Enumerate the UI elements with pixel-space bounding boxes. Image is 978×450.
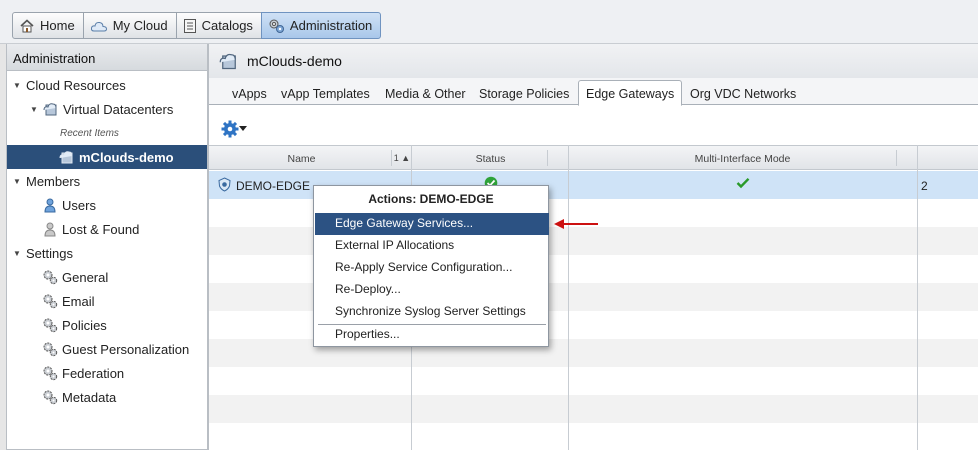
tab-edge-gateways[interactable]: Edge Gateways: [578, 80, 683, 106]
datacenter-icon: [219, 53, 236, 70]
tree-item-policies[interactable]: Policies: [7, 313, 207, 337]
tree-item-guest-personalization[interactable]: Guest Personalization: [7, 337, 207, 361]
toolbar: [209, 106, 978, 146]
user-icon: [44, 198, 56, 213]
tree-item-users[interactable]: Users: [7, 193, 207, 217]
tab-media-other[interactable]: Media & Other: [378, 82, 473, 105]
check-icon: [736, 177, 750, 189]
column-header-name[interactable]: Name: [209, 146, 394, 170]
row-name: DEMO-EDGE: [236, 179, 311, 193]
gear-icon: [43, 342, 58, 357]
gear-icon: [43, 294, 58, 309]
column-header-multi-interface[interactable]: Multi-Interface Mode: [569, 146, 916, 170]
table-row-empty: [209, 395, 978, 423]
tree-label: Cloud Resources: [26, 77, 126, 93]
sidebar-title: Administration: [7, 44, 207, 71]
nav-home-button[interactable]: Home: [12, 12, 84, 39]
menu-item-synchronize-syslog[interactable]: Synchronize Syslog Server Settings: [315, 301, 549, 323]
menu-item-reapply-service-configuration[interactable]: Re-Apply Service Configuration...: [315, 257, 549, 279]
tab-vapps[interactable]: vApps: [225, 82, 274, 105]
nav-catalogs-button[interactable]: Catalogs: [175, 12, 262, 39]
gear-icon: [43, 390, 58, 405]
tree-item-lost-found[interactable]: Lost & Found: [7, 217, 207, 241]
tree-label: Lost & Found: [62, 221, 140, 237]
tree-label: Federation: [62, 365, 125, 381]
context-menu: Actions: DEMO-EDGE Edge Gateway Services…: [313, 185, 549, 347]
nav-my-cloud-button[interactable]: My Cloud: [82, 12, 177, 39]
tree-item-mclouds-demo[interactable]: mClouds-demo: [7, 145, 207, 169]
tree-item-federation[interactable]: Federation: [7, 361, 207, 385]
catalog-icon: [183, 18, 196, 33]
nav-home-label: Home: [40, 18, 75, 33]
table-header: Name 1 ▲ Status Multi-Interface Mode: [209, 145, 978, 170]
tree-label: Policies: [62, 317, 107, 333]
chevron-down-icon: [239, 126, 247, 131]
datacenter-icon: [59, 151, 73, 164]
cloud-icon: [90, 21, 107, 31]
column-divider: [547, 150, 548, 166]
tab-org-vdc-networks[interactable]: Org VDC Networks: [683, 82, 803, 105]
tree-label: Metadata: [62, 389, 117, 405]
tab-bar: vApps vApp Templates Media & Other Stora…: [209, 78, 978, 106]
column-border: [917, 145, 918, 450]
nav-button-group: Home My Cloud Catalogs Administration: [12, 12, 382, 39]
tree-label: mClouds-demo: [79, 149, 174, 165]
expand-arrow-icon[interactable]: ▼: [12, 80, 22, 90]
expand-arrow-icon[interactable]: ▼: [12, 176, 22, 186]
recent-items-label: Recent Items: [60, 127, 119, 139]
user-grey-icon: [44, 222, 56, 237]
gear-icon: [221, 120, 239, 138]
admin-icon: [269, 19, 284, 33]
expand-arrow-icon[interactable]: ▼: [29, 104, 39, 114]
menu-item-external-ip-allocations[interactable]: External IP Allocations: [315, 235, 549, 257]
column-header-status[interactable]: Status: [412, 146, 569, 170]
top-navigation: Home My Cloud Catalogs Administration: [0, 0, 978, 44]
actions-gear-button[interactable]: [221, 120, 247, 138]
sidebar: Administration ▼ Cloud Resources ▼ Virtu…: [6, 44, 208, 450]
tree-item-email[interactable]: Email: [7, 289, 207, 313]
home-icon: [20, 18, 34, 32]
expand-arrow-icon[interactable]: ▼: [12, 248, 22, 258]
gear-icon: [43, 270, 58, 285]
nav-administration-label: Administration: [289, 18, 373, 33]
page-title: mClouds-demo: [247, 53, 342, 69]
tree-label: Virtual Datacenters: [63, 101, 174, 117]
edge-gateway-icon: [218, 177, 231, 192]
tree-label: Email: [62, 293, 95, 309]
column-border: [568, 145, 569, 450]
sort-indicator[interactable]: 1 ▲: [392, 146, 412, 170]
menu-item-redeploy[interactable]: Re-Deploy...: [315, 279, 549, 301]
tab-vapp-templates[interactable]: vApp Templates: [274, 82, 377, 105]
nav-my-cloud-label: My Cloud: [112, 18, 168, 33]
gear-icon: [43, 366, 58, 381]
tree-label: Members: [26, 173, 81, 189]
recent-items-heading: Recent Items: [7, 121, 207, 145]
tree-item-general[interactable]: General: [7, 265, 207, 289]
gear-icon: [43, 318, 58, 333]
tree-item-metadata[interactable]: Metadata: [7, 385, 207, 409]
tree-item-cloud-resources[interactable]: ▼ Cloud Resources: [7, 73, 207, 97]
row-extra-value: 2: [921, 179, 928, 193]
nav-catalogs-label: Catalogs: [201, 18, 253, 33]
tab-storage-policies[interactable]: Storage Policies: [472, 82, 576, 105]
tree-label: Guest Personalization: [62, 341, 190, 357]
red-arrow: [554, 219, 598, 229]
tree-label: Users: [62, 197, 96, 213]
menu-item-properties[interactable]: Properties...: [315, 324, 549, 346]
context-menu-title: Actions: DEMO-EDGE: [368, 192, 494, 206]
column-divider: [896, 150, 897, 166]
tree-item-virtual-datacenters[interactable]: ▼ Virtual Datacenters: [7, 97, 207, 121]
page-header: mClouds-demo: [209, 44, 978, 78]
menu-item-edge-gateway-services[interactable]: Edge Gateway Services...: [315, 213, 549, 235]
tree-item-members[interactable]: ▼ Members: [7, 169, 207, 193]
column-divider: [391, 150, 392, 166]
tree-item-settings[interactable]: ▼ Settings: [7, 241, 207, 265]
tree-label: General: [62, 269, 109, 285]
nav-administration-button[interactable]: Administration: [260, 12, 382, 39]
datacenter-icon: [43, 103, 57, 116]
tree-label: Settings: [26, 245, 73, 261]
